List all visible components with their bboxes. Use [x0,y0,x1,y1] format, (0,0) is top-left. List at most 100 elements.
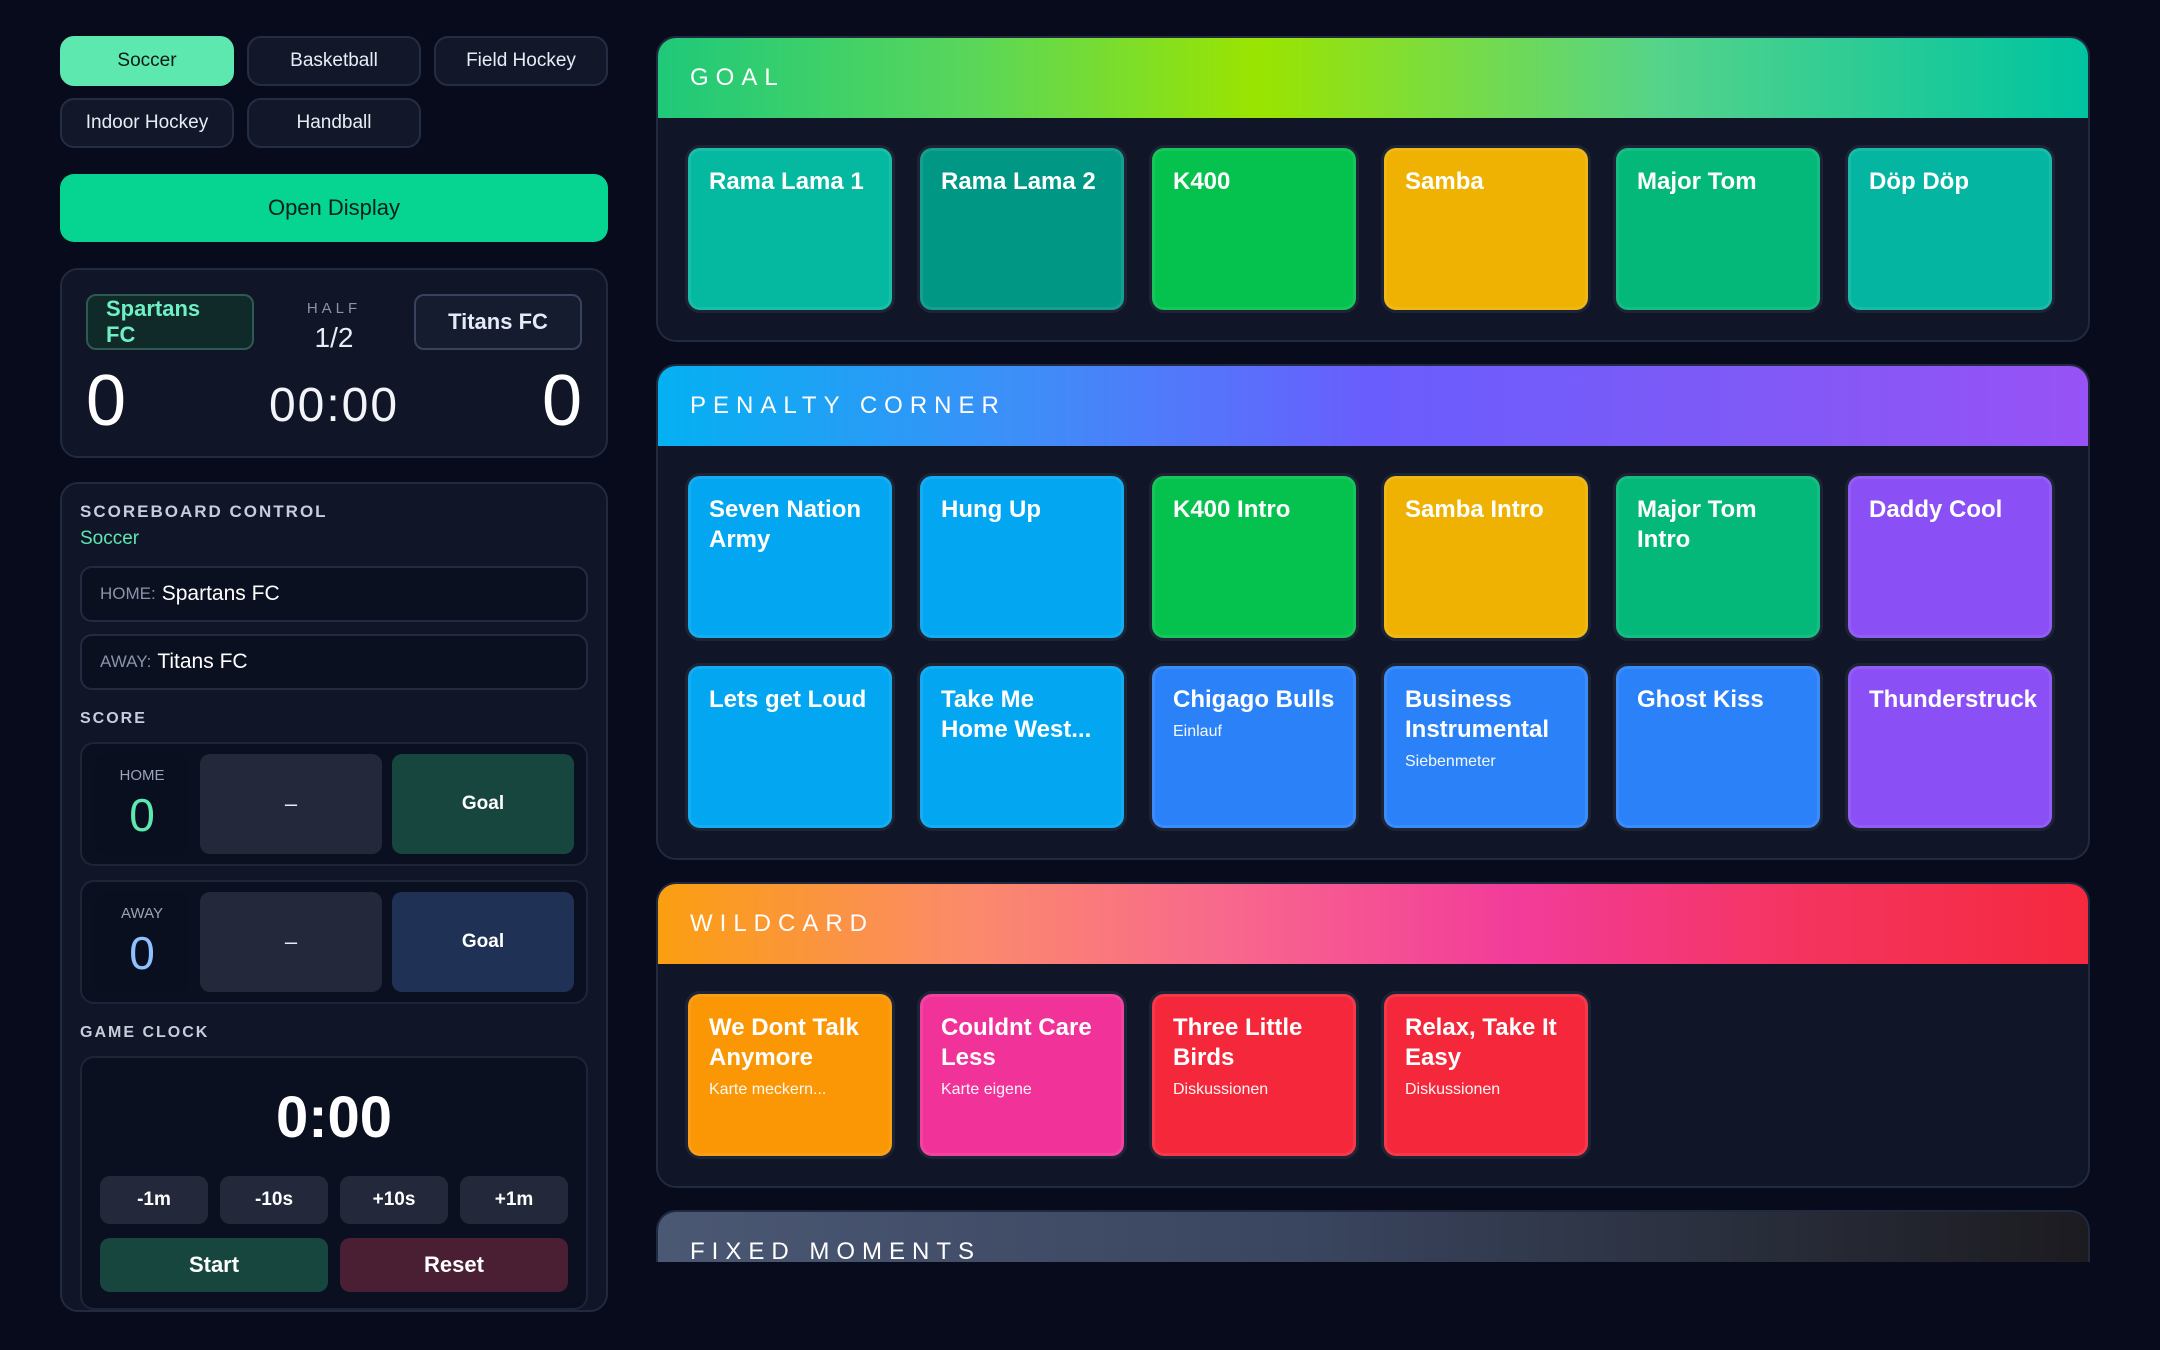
sound-pad-title: We Dont Talk Anymore [709,1014,859,1071]
panel-header-penalty-corner: PENALTY CORNER [658,366,2088,446]
sound-pad-rama-lama-2[interactable]: Rama Lama 2 [920,148,1124,310]
plus-1m-button[interactable]: +1m [460,1176,568,1224]
control-title: SCOREBOARD CONTROL [80,502,328,521]
away-minus-button[interactable]: – [200,892,382,992]
away-field-prefix: AWAY: [100,652,152,671]
sound-pad-subtitle: Siebenmeter [1405,753,1496,770]
score-section-label: SCORE [80,710,147,727]
sound-pad-title: Major Tom Intro [1637,496,1757,553]
sound-pad-couldnt-care-less[interactable]: Couldnt Care Less Karte eigene [920,994,1124,1156]
sound-pad-title: Seven Nation Army [709,496,862,553]
sound-pad-title: Take Me Home West... [941,686,1092,743]
sound-pad-lets-get-loud[interactable]: Lets get Loud [688,666,892,828]
panel-header-goal: GOAL [658,38,2088,118]
sound-pad-k400-intro[interactable]: K400 Intro [1152,476,1356,638]
sound-pad-we-dont-talk-anymore[interactable]: We Dont Talk Anymore Karte meckern... [688,994,892,1156]
control-column: Soccer Basketball Field Hockey Indoor Hocke… [60,36,608,1312]
away-goal-button[interactable]: Goal [392,892,574,992]
game-clock-box: 0:00 -1m -10s +10s +1m Start Reset [80,1056,588,1310]
control-sport: Soccer [80,528,140,549]
sound-pad-seven-nation-army[interactable]: Seven Nation Army [688,476,892,638]
clock-adjust-buttons: -1m -10s +10s +1m [100,1176,568,1224]
sound-pad-thunderstruck[interactable]: Thunderstruck [1848,666,2052,828]
panel-header-wildcard: WILDCARD [658,884,2088,964]
sound-pad-d-p-d-p[interactable]: Döp Döp [1848,148,2052,310]
home-score-box: HOME 0 [94,754,190,854]
sport-tab-basketball[interactable]: Basketball [247,36,421,86]
sound-pad-relax-take-it-easy[interactable]: Relax, Take It Easy Diskussionen [1384,994,1588,1156]
away-score-value: 0 [129,926,155,979]
sound-pad-hung-up[interactable]: Hung Up [920,476,1124,638]
sound-pad-title: Samba Intro [1405,496,1544,523]
sound-pad-chigago-bulls[interactable]: Chigago Bulls Einlauf [1152,666,1356,828]
reset-button[interactable]: Reset [340,1238,568,1292]
plus-10s-button[interactable]: +10s [340,1176,448,1224]
scoreboard-preview: Spartans FC HALF 1/2 Titans FC 0 00:00 0 [60,268,608,458]
away-name-field[interactable]: AWAY: [80,634,588,690]
home-minus-button[interactable]: – [200,754,382,854]
sport-tab-indoor-hockey[interactable]: Indoor Hockey [60,98,234,148]
panel-penalty-corner: PENALTY CORNER Seven Nation Army Hung Up K4… [656,364,2090,860]
sound-pad-title: Thunderstruck [1869,686,2038,713]
pad-grid: Seven Nation Army Hung Up K400 Intro Samba … [658,446,2088,858]
pad-grid: Rama Lama 1 Rama Lama 2 K400 Samba Major Tom… [658,118,2088,340]
sound-pad-title: Chigago Bulls [1173,686,1335,713]
start-button[interactable]: Start [100,1238,328,1292]
sound-pad-major-tom-intro[interactable]: Major Tom Intro [1616,476,1820,638]
sound-pad-title: K400 [1173,168,1231,195]
sound-pad-major-tom[interactable]: Major Tom [1616,148,1820,310]
sound-pad-title: Daddy Cool [1869,496,2003,523]
sound-pad-title: Major Tom [1637,168,1757,195]
sound-pad-samba[interactable]: Samba [1384,148,1588,310]
away-score-row: AWAY 0 – Goal [80,880,588,1004]
home-name-field[interactable]: HOME: [80,566,588,622]
sound-pad-rama-lama-1[interactable]: Rama Lama 1 [688,148,892,310]
sport-tab-soccer[interactable]: Soccer [60,36,234,86]
sound-pad-daddy-cool[interactable]: Daddy Cool [1848,476,2052,638]
open-display-button[interactable]: Open Display [60,174,608,242]
sound-pad-samba-intro[interactable]: Samba Intro [1384,476,1588,638]
sound-pad-business-instrumental[interactable]: Business Instrumental Siebenmeter [1384,666,1588,828]
panel-header-fixed-moments: FIXED MOMENTS [658,1212,2088,1262]
sound-pad-take-me-home-west[interactable]: Take Me Home West... [920,666,1124,828]
sound-pad-title: Three Little Birds [1173,1014,1303,1071]
sound-pad-subtitle: Karte eigene [941,1081,1032,1098]
away-score-box: AWAY 0 [94,892,190,992]
soundboard-column: GOAL Rama Lama 1 Rama Lama 2 K400 Samba Major… [656,36,2090,1262]
sound-pad-title: Döp Döp [1869,168,1969,195]
sound-pad-three-little-birds[interactable]: Three Little Birds Diskussionen [1152,994,1356,1156]
minus-1m-button[interactable]: -1m [100,1176,208,1224]
pad-grid: We Dont Talk Anymore Karte meckern... Coul… [658,964,2088,1186]
minus-10s-button[interactable]: -10s [220,1176,328,1224]
panel-fixed-moments: FIXED MOMENTS [656,1210,2090,1262]
home-name-input[interactable] [161,582,522,606]
home-field-prefix: HOME: [100,584,156,603]
clock-action-buttons: Start Reset [100,1238,568,1292]
away-name-input[interactable] [157,650,518,674]
scoreboard-control-panel: SCOREBOARD CONTROL Soccer HOME: AWAY: SC… [60,482,608,1312]
sport-tab-field-hockey[interactable]: Field Hockey [434,36,608,86]
sound-pad-title: Rama Lama 2 [941,168,1096,195]
sound-pad-title: Couldnt Care Less [941,1014,1092,1071]
home-score-label: HOME [119,766,165,784]
away-team-pill: Titans FC [414,294,582,350]
sound-pad-title: Relax, Take It Easy [1405,1014,1557,1071]
sport-tabs: Soccer Basketball Field Hockey Indoor Hocke… [60,36,608,148]
sound-pad-subtitle: Diskussionen [1405,1081,1501,1098]
game-clock-label: GAME CLOCK [80,1024,210,1041]
home-score-row: HOME 0 – Goal [80,742,588,866]
sound-pad-title: Business Instrumental [1405,686,1550,743]
sound-pad-ghost-kiss[interactable]: Ghost Kiss [1616,666,1820,828]
panel-wildcard: WILDCARD We Dont Talk Anymore Karte mecker… [656,882,2090,1188]
sound-pad-title: Samba [1405,168,1484,195]
sound-pad-subtitle: Einlauf [1173,723,1222,740]
sound-pad-k400[interactable]: K400 [1152,148,1356,310]
home-goal-button[interactable]: Goal [392,754,574,854]
sound-pad-title: Rama Lama 1 [709,168,864,195]
panel-goal: GOAL Rama Lama 1 Rama Lama 2 K400 Samba Major… [656,36,2090,342]
away-score-label: AWAY [121,904,163,922]
sound-pad-title: Lets get Loud [709,686,867,713]
sound-pad-subtitle: Diskussionen [1173,1081,1269,1098]
clock-display: 00:00 [268,379,400,432]
sport-tab-handball[interactable]: Handball [247,98,421,148]
